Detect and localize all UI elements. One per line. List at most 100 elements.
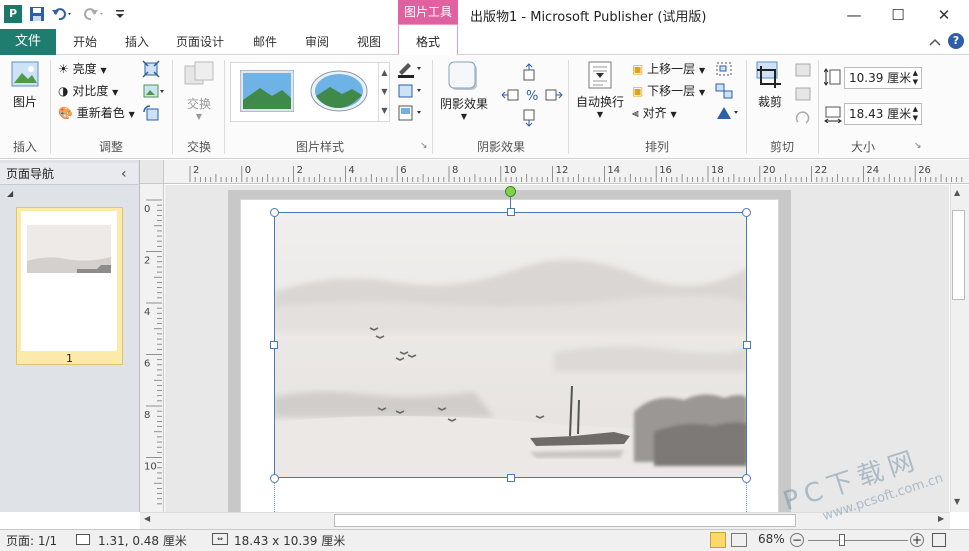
selection-frame	[274, 212, 747, 478]
rotate-icon[interactable]	[714, 104, 740, 122]
rotation-handle[interactable]	[505, 186, 516, 197]
maximize-button[interactable]: ☐	[878, 4, 918, 26]
compress-pictures-icon[interactable]	[142, 60, 160, 78]
tab-insert[interactable]: 插入	[116, 29, 158, 55]
ruler-label: 2	[193, 165, 199, 176]
group-label-crop: 剪切	[769, 140, 794, 154]
change-picture-icon[interactable]	[142, 82, 166, 100]
zoom-level[interactable]: 68%	[758, 532, 785, 546]
ruler-label: 4	[144, 307, 150, 318]
page-navigation-title: 页面导航	[6, 167, 55, 181]
tab-review[interactable]: 审阅	[296, 29, 338, 55]
save-icon[interactable]	[28, 5, 46, 23]
ruler-label: 14	[607, 165, 620, 176]
picture-caption-icon[interactable]	[396, 104, 424, 122]
dialog-launcher-icon[interactable]: ↘	[420, 141, 428, 151]
fit-icon[interactable]	[794, 62, 812, 78]
resize-handle-right[interactable]	[743, 341, 751, 349]
undo-icon[interactable]	[50, 5, 71, 23]
dropdown-arrow-icon: ▼	[596, 110, 604, 119]
guide-line	[274, 482, 275, 512]
resize-handle-bottom[interactable]	[507, 474, 515, 482]
help-icon[interactable]: ?	[948, 33, 964, 49]
spinner-icon[interactable]: ▲ ▼	[913, 105, 918, 123]
scroll-right-icon[interactable]: ▶	[938, 514, 944, 523]
group-objects-icon[interactable]	[714, 60, 734, 78]
minimize-button[interactable]: —	[834, 4, 874, 26]
gallery-scroll-icon[interactable]: ▲ ▼ ▼	[378, 63, 390, 121]
tab-home[interactable]: 开始	[64, 29, 106, 55]
vertical-ruler[interactable]: 0 2 4 6 8 10	[140, 184, 164, 513]
vertical-scroll-thumb[interactable]	[952, 210, 965, 300]
publisher-app-icon[interactable]: P	[4, 5, 22, 23]
tab-view[interactable]: 视图	[348, 29, 390, 55]
shadow-effects-button[interactable]: 阴影效果 ▼	[438, 60, 490, 130]
zoom-out-icon[interactable]: −	[790, 533, 804, 547]
scroll-left-icon[interactable]: ◀	[144, 514, 150, 523]
collapse-pane-icon[interactable]: ‹	[121, 166, 127, 182]
horizontal-scroll-thumb[interactable]	[334, 514, 796, 527]
collapse-ribbon-icon[interactable]	[928, 35, 942, 49]
ruler-label: 0	[245, 165, 251, 176]
recolor-button[interactable]: 🎨 重新着色 ▼	[58, 104, 135, 121]
reset-picture-icon[interactable]	[142, 104, 160, 122]
group-label-swap: 交换	[186, 140, 211, 154]
horizontal-ruler[interactable]: 2 0 2 4 6 8 10 12 14 16 18 20 22 24 26	[140, 160, 969, 184]
page-thumbnail-preview	[21, 211, 117, 351]
send-backward-icon: ▣	[632, 84, 644, 98]
fill-icon[interactable]	[794, 86, 812, 102]
zoom-slider-thumb[interactable]	[839, 534, 845, 546]
clear-crop-icon[interactable]	[794, 110, 812, 126]
wrap-text-button[interactable]: 自动换行 ▼	[574, 60, 626, 130]
scroll-down-icon[interactable]: ▼	[954, 497, 960, 506]
object-size: 18.43 x 10.39 厘米	[234, 534, 346, 548]
ruler-label: 22	[815, 165, 828, 176]
two-page-view-icon[interactable]	[731, 533, 747, 547]
align-button[interactable]: ⫷ 对齐 ▼	[632, 104, 677, 121]
ruler-label: 2	[297, 165, 303, 176]
customize-quick-access-icon[interactable]	[114, 5, 132, 23]
contrast-button[interactable]: ◑ 对比度 ▼	[58, 82, 118, 99]
zoom-in-icon[interactable]: +	[910, 533, 924, 547]
insert-picture-button[interactable]: 图片	[4, 60, 46, 120]
swap-button[interactable]: 交换 ▼	[178, 60, 220, 130]
page-indicator[interactable]: 页面: 1/1	[6, 532, 57, 549]
bring-forward-button[interactable]: ▣ 上移一层 ▼	[632, 60, 705, 77]
picture-effects-icon[interactable]	[396, 82, 424, 100]
group-label-arrange: 排列	[644, 140, 669, 154]
dialog-launcher-icon[interactable]: ↘	[914, 141, 922, 151]
picture-style-oval[interactable]	[310, 70, 368, 112]
close-button[interactable]: ✕	[924, 4, 964, 26]
picture-border-icon[interactable]	[396, 60, 424, 78]
brightness-icon: ☀	[58, 62, 69, 76]
ruler-label: 4	[348, 165, 354, 176]
tab-file[interactable]: 文件	[0, 29, 56, 55]
zoom-slider-track[interactable]	[808, 540, 908, 541]
scroll-up-icon[interactable]: ▲	[954, 188, 960, 197]
ungroup-objects-icon[interactable]	[714, 82, 734, 100]
fit-page-icon[interactable]	[932, 533, 946, 547]
ruler-label: 10	[144, 462, 157, 473]
tab-format[interactable]: 格式	[398, 24, 458, 56]
ruler-label: 6	[144, 359, 150, 370]
redo-icon[interactable]	[82, 5, 103, 23]
resize-handle-top-right[interactable]	[742, 208, 751, 217]
section-expand-icon[interactable]: ◢	[7, 189, 13, 198]
picture-style-rectangle[interactable]	[239, 69, 295, 113]
shape-height-field[interactable]: 10.39 厘米 ▲ ▼	[844, 67, 922, 89]
single-page-view-icon[interactable]	[710, 532, 726, 548]
resize-handle-left[interactable]	[270, 341, 278, 349]
crop-button[interactable]: 裁剪	[752, 60, 788, 120]
resize-handle-top-left[interactable]	[270, 208, 279, 217]
tab-page-design[interactable]: 页面设计	[168, 29, 232, 55]
group-label-picture-styles: 图片样式	[295, 140, 344, 154]
shadow-nudge-controls[interactable]: %	[501, 62, 564, 128]
tab-mailings[interactable]: 邮件	[244, 29, 286, 55]
send-backward-button[interactable]: ▣ 下移一层 ▼	[632, 82, 705, 99]
ruler-label: 18	[711, 165, 724, 176]
resize-handle-top[interactable]	[507, 208, 515, 216]
swap-icon	[184, 61, 214, 85]
spinner-icon[interactable]: ▲ ▼	[913, 69, 918, 87]
brightness-button[interactable]: ☀ 亮度 ▼	[58, 60, 107, 77]
shape-width-field[interactable]: 18.43 厘米 ▲ ▼	[844, 103, 922, 125]
